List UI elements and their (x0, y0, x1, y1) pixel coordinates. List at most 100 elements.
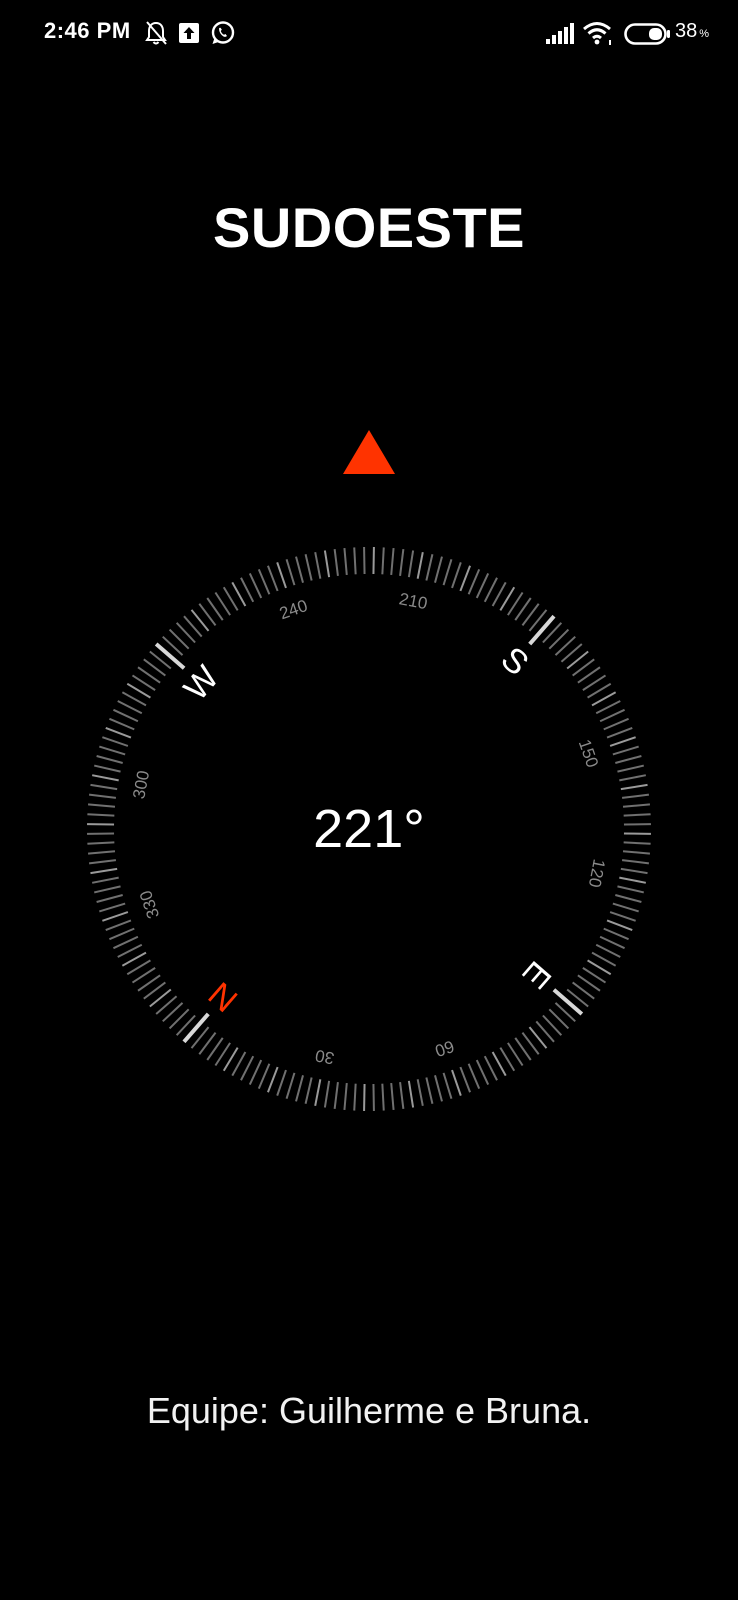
dial-tick (425, 1077, 434, 1104)
dial-tick (285, 1072, 296, 1099)
dial-tick (606, 727, 633, 739)
dial-tick (231, 1051, 247, 1077)
wifi-icon (582, 20, 614, 51)
dial-tick (609, 911, 636, 922)
dial-tick (276, 1069, 287, 1096)
dial-tick (94, 764, 121, 773)
degree-label-60: 60 (432, 1036, 456, 1060)
dial-tick (99, 745, 126, 756)
dial-tick (591, 951, 617, 967)
dial-tick (606, 919, 633, 931)
dial-tick (416, 551, 424, 579)
dial-tick (451, 1069, 462, 1096)
dial-tick (603, 927, 629, 941)
dial-tick (619, 774, 647, 782)
dial-tick (595, 943, 621, 958)
dial-tick (267, 1066, 279, 1093)
dial-tick (609, 736, 636, 747)
degree-label-150: 150 (575, 737, 602, 770)
dial-tick (381, 547, 385, 575)
dial-tick (182, 1012, 210, 1044)
dial-tick (343, 547, 348, 576)
dial-tick (595, 700, 621, 715)
direction-label: SUDOESTE (212, 196, 526, 259)
dial-tick (94, 885, 121, 894)
dial-tick (399, 548, 405, 577)
dial-tick (257, 1063, 271, 1089)
dial-tick (617, 885, 644, 894)
dial-tick (467, 1063, 481, 1089)
dial-tick (231, 581, 247, 607)
dial-tick (483, 1055, 498, 1081)
dial-tick (295, 556, 304, 583)
notifications-off-icon (144, 20, 168, 51)
dial-tick (295, 1075, 304, 1102)
degree-label-210: 210 (398, 589, 429, 613)
degree-label-120: 120 (585, 858, 609, 889)
dial-tick (483, 577, 498, 603)
dial-tick (467, 569, 481, 595)
dial-tick (599, 935, 626, 950)
dial-tick (96, 894, 123, 903)
degree-label-30: 30 (314, 1046, 336, 1068)
status-time: 2:46 PM (44, 18, 131, 43)
dial-tick (459, 1066, 471, 1093)
dial-tick (442, 559, 453, 586)
dial-tick (615, 755, 642, 764)
dial-tick (248, 572, 263, 599)
dial-tick (425, 554, 434, 581)
dial-tick (617, 764, 644, 773)
dial-tick (620, 783, 648, 791)
dial-tick (105, 919, 132, 931)
dial-tick (612, 745, 639, 756)
dial-tick (109, 927, 135, 941)
dial-tick (257, 569, 271, 595)
dial-tick (353, 547, 357, 575)
dial-tick (333, 548, 339, 577)
dial-tick (240, 577, 255, 603)
dial-tick (620, 867, 648, 875)
dial-tick (121, 951, 147, 967)
dial-tick (615, 894, 642, 903)
dial-tick (390, 547, 395, 576)
dial-tick (434, 1075, 443, 1102)
dial-tick (434, 556, 443, 583)
degree-label-330: 330 (136, 888, 163, 921)
status-bar: 2:46 PM 38 % (0, 0, 738, 70)
degree-label-240: 240 (277, 596, 310, 623)
dial-tick (88, 859, 117, 865)
dial-tick (491, 581, 507, 607)
dial-tick (552, 988, 584, 1016)
dial-tick (248, 1059, 263, 1086)
dial-tick (416, 1079, 424, 1107)
battery-percent: 38% (675, 20, 710, 42)
dial-tick (109, 717, 135, 731)
dial-tick (619, 876, 647, 884)
dial-tick (112, 708, 139, 723)
dial-tick (407, 550, 415, 578)
dial-tick (381, 1083, 385, 1111)
team-credit: Equipe: Guilherme e Bruna. (146, 1390, 592, 1431)
dial-tick (599, 708, 626, 723)
whatsapp-icon (210, 20, 236, 51)
dial-tick (91, 876, 119, 884)
dial-tick (591, 691, 617, 707)
dial-tick (96, 755, 123, 764)
dial-tick (528, 614, 556, 646)
dial-tick (475, 572, 490, 599)
upload-icon (178, 22, 200, 49)
dial-tick (304, 1077, 313, 1104)
dial-tick (353, 1083, 357, 1111)
cardinal-label-s: S (494, 640, 536, 684)
dial-tick (442, 1072, 453, 1099)
dial-tick (99, 902, 126, 913)
dial-tick (102, 736, 129, 747)
dial-tick (117, 700, 143, 715)
dial-tick (323, 550, 331, 578)
degree-label-300: 300 (129, 769, 153, 800)
dial-tick (154, 642, 186, 670)
dial-tick (117, 943, 143, 958)
dial-tick (91, 774, 119, 782)
dial-tick (90, 783, 118, 791)
dial-tick (112, 935, 139, 950)
